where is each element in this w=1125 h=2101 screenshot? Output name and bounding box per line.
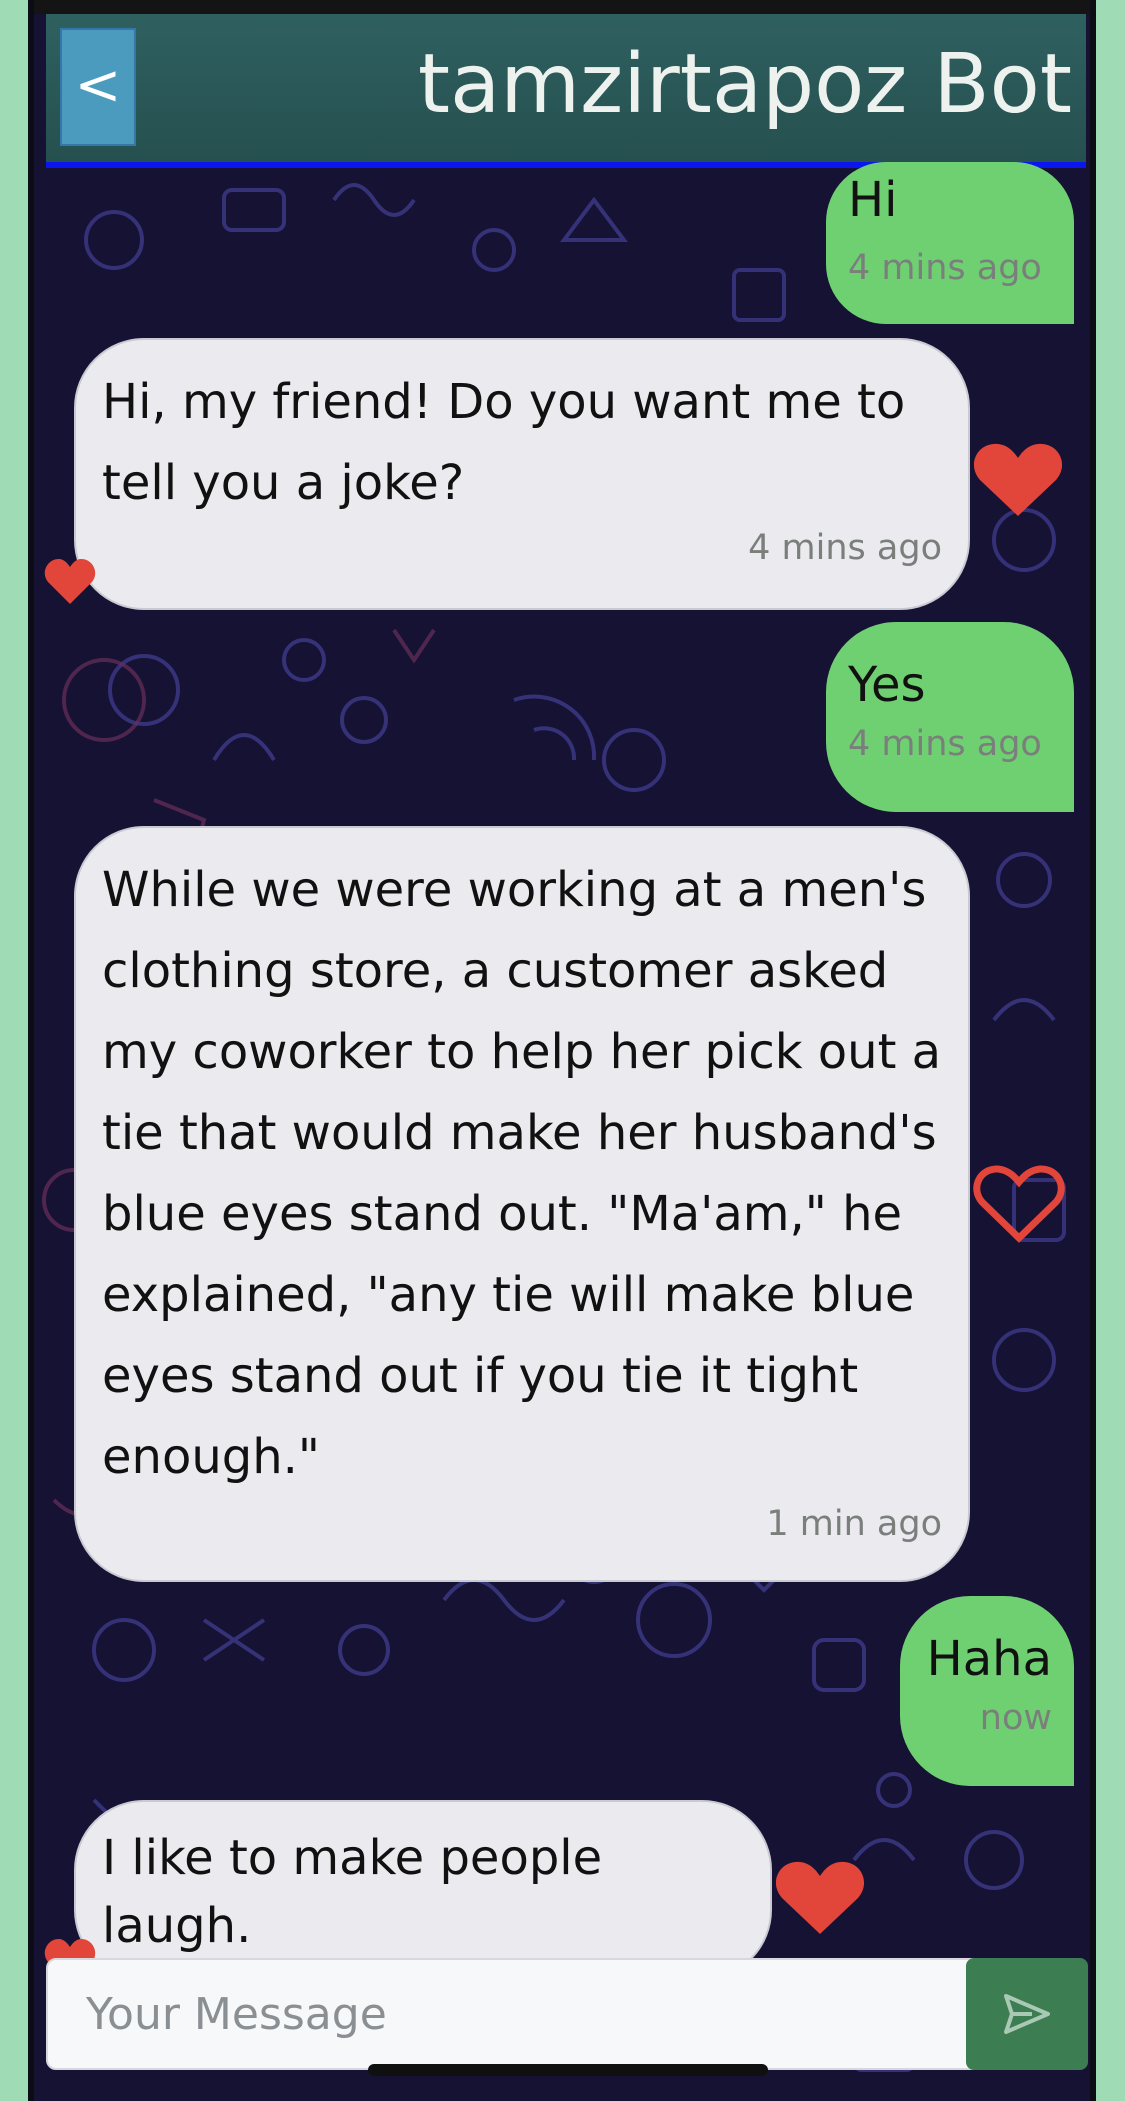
chat-header: < tamzirtapoz Bot xyxy=(46,14,1086,168)
message-input-bar xyxy=(46,1958,1006,2070)
send-button[interactable] xyxy=(966,1958,1088,2070)
message-text: Yes xyxy=(848,657,926,713)
message-text: Hi xyxy=(848,172,898,228)
message-text: Hi, my friend! Do you want me to tell yo… xyxy=(102,374,906,511)
message-time: 1 min ago xyxy=(766,1504,942,1544)
message-text: Haha xyxy=(926,1631,1052,1687)
heart-filled-icon[interactable] xyxy=(972,440,1064,520)
message-time: 4 mins ago xyxy=(848,724,1042,764)
status-strip xyxy=(34,0,1090,14)
bot-message: I like to make people laugh. now xyxy=(74,1800,772,1996)
send-icon xyxy=(1004,1994,1050,2034)
bot-message: While we were working at a men's clothin… xyxy=(74,826,970,1582)
heart-filled-icon xyxy=(44,558,96,604)
message-text: While we were working at a men's clothin… xyxy=(102,862,942,1485)
heart-filled-icon[interactable] xyxy=(774,1858,866,1938)
back-icon: < xyxy=(74,53,122,118)
message-text: I like to make people laugh. xyxy=(102,1830,603,1954)
message-time: 4 mins ago xyxy=(848,248,1042,288)
phone-frame: < tamzirtapoz Bot Hi 4 mins ago Hi, my f… xyxy=(28,0,1096,2101)
heart-outline-icon[interactable] xyxy=(972,1162,1066,1244)
message-input[interactable] xyxy=(48,1960,1004,2068)
message-time: 4 mins ago xyxy=(748,528,942,568)
page-title: tamzirtapoz Bot xyxy=(417,37,1072,132)
back-button[interactable]: < xyxy=(60,28,136,146)
user-message: Hi 4 mins ago xyxy=(826,162,1074,324)
message-time: now xyxy=(979,1698,1052,1738)
user-message: Haha now xyxy=(900,1596,1074,1786)
bot-message: Hi, my friend! Do you want me to tell yo… xyxy=(74,338,970,610)
user-message: Yes 4 mins ago xyxy=(826,622,1074,812)
home-indicator xyxy=(368,2064,768,2076)
